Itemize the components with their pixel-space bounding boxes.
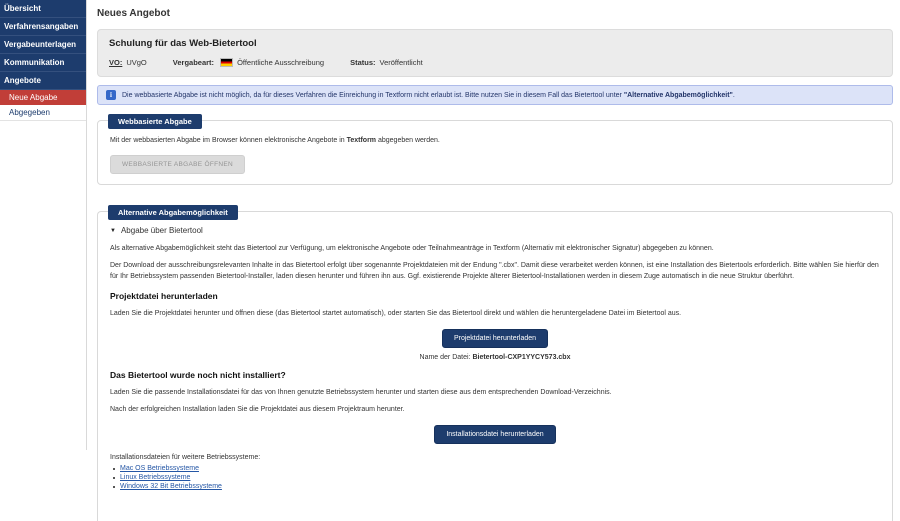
alternative-submission-section: Alternative Abgabemöglichkeit ▼ Abgabe ü… bbox=[97, 205, 893, 521]
web-based-submission-section: Webbasierte Abgabe Mit der webbasierten … bbox=[97, 114, 893, 185]
sidebar-item-uebersicht[interactable]: Übersicht bbox=[0, 0, 86, 18]
open-web-submission-button[interactable]: WEBBASIERTE ABGABE ÖFFNEN bbox=[110, 155, 246, 174]
status-label: Status: bbox=[350, 58, 376, 67]
linux-link[interactable]: Linux Betriebssysteme bbox=[120, 474, 190, 481]
sidebar-item-kommunikation[interactable]: Kommunikation bbox=[0, 54, 86, 72]
sidebar: Übersicht Verfahrensangaben Vergabeunter… bbox=[0, 0, 87, 450]
sidebar-item-angebote[interactable]: Angebote bbox=[0, 72, 86, 90]
install-paragraph-1: Laden Sie die passende Installationsdate… bbox=[110, 389, 612, 396]
sidebar-item-vergabeunterlagen[interactable]: Vergabeunterlagen bbox=[0, 36, 86, 54]
alt-paragraph-1: Als alternative Abgabemöglichkeit steht … bbox=[110, 245, 714, 252]
germany-flag-icon bbox=[220, 58, 234, 67]
alt-paragraph-2: Der Download der ausschreibungsrelevante… bbox=[110, 262, 879, 280]
file-name-line: Name der Datei: Bietertool-CXP1YYCY573.c… bbox=[110, 354, 880, 361]
page-title: Neues Angebot bbox=[97, 8, 170, 19]
vo-label: VO: bbox=[109, 58, 123, 67]
info-banner-text: Die webbasierte Abgabe ist nicht möglich… bbox=[122, 91, 735, 99]
file-name-label: Name der Datei: bbox=[419, 354, 471, 361]
sidebar-item-abgegeben[interactable]: Abgegeben bbox=[0, 105, 86, 121]
list-item: Mac OS Betriebssysteme bbox=[110, 464, 880, 473]
bietertool-collapse-header[interactable]: ▼ Abgabe über Bietertool bbox=[110, 226, 880, 235]
vergabeart-label: Vergabeart: bbox=[172, 58, 215, 67]
install-heading: Das Bietertool wurde noch nicht installi… bbox=[110, 370, 286, 380]
procedure-title: Schulung für das Web-Bietertool bbox=[109, 38, 257, 49]
procedure-meta-row: VO: UVgO Vergabeart: Öffentliche Ausschr… bbox=[109, 58, 881, 67]
macos-link[interactable]: Mac OS Betriebssysteme bbox=[120, 465, 199, 472]
web-based-submission-text: Mit der webbasierten Abgabe im Browser k… bbox=[110, 137, 440, 144]
download-project-file-button[interactable]: Projektdatei herunterladen bbox=[441, 329, 549, 348]
alternative-submission-badge: Alternative Abgabemöglichkeit bbox=[108, 205, 238, 220]
info-banner: i Die webbasierte Abgabe ist nicht mögli… bbox=[97, 85, 893, 105]
vo-value: UVgO bbox=[126, 58, 147, 67]
status-value: Veröffentlicht bbox=[379, 58, 423, 67]
main-content: Neues Angebot Schulung für das Web-Biete… bbox=[97, 0, 893, 521]
procedure-header-card: Schulung für das Web-Bietertool VO: UVgO… bbox=[97, 29, 893, 77]
file-name-value: Bietertool-CXP1YYCY573.cbx bbox=[472, 354, 571, 361]
project-file-heading: Projektdatei herunterladen bbox=[110, 291, 218, 301]
sidebar-item-verfahrensangaben[interactable]: Verfahrensangaben bbox=[0, 18, 86, 36]
os-links-list: Mac OS Betriebssysteme Linux Betriebssys… bbox=[110, 464, 880, 491]
list-item: Linux Betriebssysteme bbox=[110, 473, 880, 482]
sidebar-item-neue-abgabe[interactable]: Neue Abgabe bbox=[0, 90, 86, 105]
info-icon: i bbox=[106, 90, 116, 100]
windows32-link[interactable]: Windows 32 Bit Betriebssysteme bbox=[120, 483, 222, 490]
install-paragraph-2: Nach der erfolgreichen Installation lade… bbox=[110, 406, 405, 413]
vergabeart-value: Öffentliche Ausschreibung bbox=[237, 58, 325, 67]
download-installer-button[interactable]: Installationsdatei herunterladen bbox=[434, 425, 556, 444]
web-based-submission-badge: Webbasierte Abgabe bbox=[108, 114, 202, 129]
project-file-paragraph: Laden Sie die Projektdatei herunter und … bbox=[110, 310, 682, 317]
bietertool-collapse-title: Abgabe über Bietertool bbox=[120, 226, 203, 235]
other-os-label: Installationsdateien für weitere Betrieb… bbox=[110, 454, 261, 461]
list-item: Windows 32 Bit Betriebssysteme bbox=[110, 482, 880, 491]
chevron-down-icon: ▼ bbox=[110, 227, 116, 234]
